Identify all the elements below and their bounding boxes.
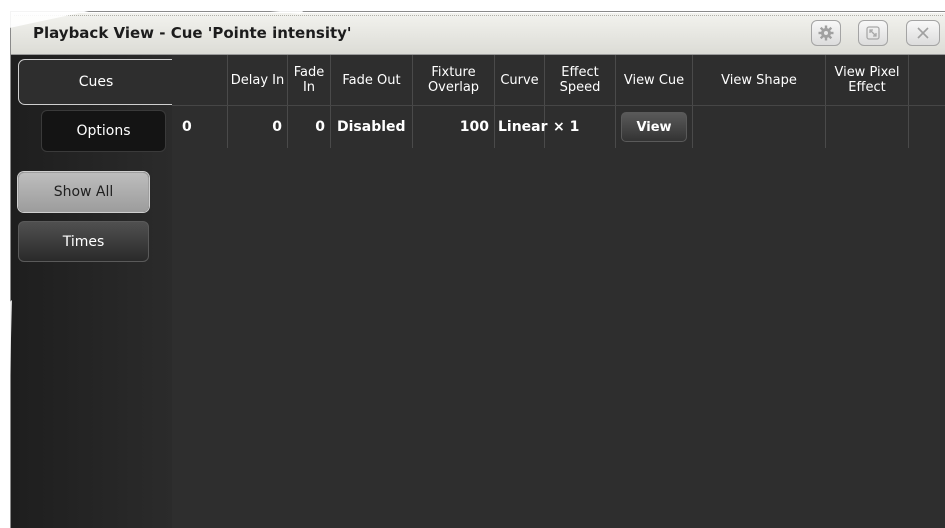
title-bar-grip	[14, 15, 943, 17]
cell-delay-in[interactable]: 0	[228, 106, 288, 148]
cell-view-pixel-effect[interactable]	[826, 106, 909, 148]
column-header-effect-speed[interactable]: Effect Speed	[545, 55, 616, 105]
cell-fixture-overlap[interactable]: 100	[413, 106, 495, 148]
column-header-curve[interactable]: Curve	[495, 55, 545, 105]
title-bar[interactable]: Playback View - Cue 'Pointe intensity'	[11, 12, 945, 55]
gear-icon	[818, 25, 834, 41]
cell-effect-speed[interactable]: × 1	[545, 106, 616, 148]
view-cue-button[interactable]: View	[621, 112, 687, 142]
times-button[interactable]: Times	[18, 221, 149, 262]
cell-curve[interactable]: Linear	[495, 106, 548, 148]
column-header-view-cue[interactable]: View Cue	[616, 55, 693, 105]
window-title: Playback View - Cue 'Pointe intensity'	[33, 24, 352, 42]
playback-view-window: Playback View - Cue 'Pointe intensity' C…	[10, 11, 945, 528]
resize-button[interactable]	[858, 20, 888, 46]
cue-table: Delay In Fade In Fade Out Fixture Overla…	[172, 55, 945, 528]
column-header-fixture-overlap[interactable]: Fixture Overlap	[413, 55, 495, 105]
show-all-button[interactable]: Show All	[18, 172, 149, 212]
column-header-id[interactable]	[172, 55, 228, 105]
cell-fade-in[interactable]: 0	[288, 106, 331, 148]
cell-id[interactable]: 0	[172, 106, 228, 148]
cell-view-shape[interactable]	[693, 106, 826, 148]
column-header-fade-out[interactable]: Fade Out	[331, 55, 413, 105]
column-header-view-shape[interactable]: View Shape	[693, 55, 826, 105]
settings-button[interactable]	[811, 20, 841, 46]
close-icon	[917, 27, 929, 39]
tab-cues[interactable]: Cues	[18, 59, 173, 105]
column-header-delay-in[interactable]: Delay In	[228, 55, 288, 105]
resize-icon	[866, 26, 880, 40]
table-header: Delay In Fade In Fade Out Fixture Overla…	[172, 55, 945, 106]
column-header-extra	[909, 55, 945, 105]
cell-view-cue: View	[616, 106, 693, 148]
column-header-view-pixel-effect[interactable]: View Pixel Effect	[826, 55, 909, 105]
sidebar: Cues Options Show All Times	[11, 55, 173, 528]
close-button[interactable]	[906, 20, 940, 46]
column-header-fade-in[interactable]: Fade In	[288, 55, 331, 105]
cell-fade-out[interactable]: Disabled	[331, 106, 413, 148]
table-row[interactable]: 0 0 0 Disabled 100 Linear × 1 View	[172, 106, 945, 148]
tab-options[interactable]: Options	[41, 110, 166, 152]
